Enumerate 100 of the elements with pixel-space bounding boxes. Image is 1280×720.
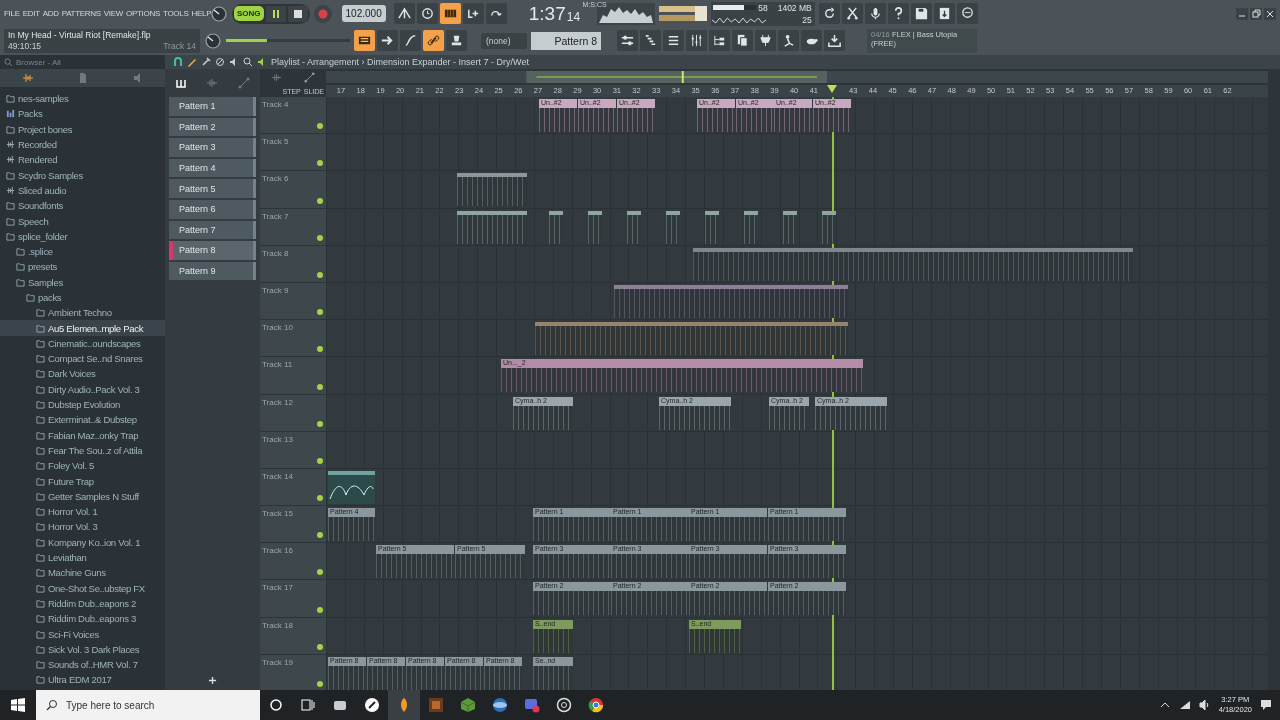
stop-button[interactable]: [287, 5, 308, 22]
pattern-item[interactable]: Pattern 1: [169, 97, 256, 116]
track-header[interactable]: Track 8: [260, 245, 326, 283]
track-mute-led[interactable]: [317, 271, 323, 278]
track-header[interactable]: Track 19: [260, 654, 326, 690]
speaker-icon[interactable]: [1198, 699, 1211, 711]
browser-item[interactable]: Leviathan: [0, 549, 165, 566]
track-header[interactable]: Track 18: [260, 617, 326, 655]
clip[interactable]: [705, 210, 719, 244]
browser-item[interactable]: Sci-Fi Voices: [0, 626, 165, 642]
track-mute-led[interactable]: [317, 346, 323, 353]
browser-item[interactable]: Sick Vol. 3 Dark Places: [0, 641, 165, 657]
track-header[interactable]: Track 15: [260, 506, 326, 544]
browser-item[interactable]: Ambient Techno: [0, 305, 165, 321]
clip[interactable]: [627, 210, 641, 244]
track-mute-led[interactable]: [317, 457, 323, 464]
notification-icon[interactable]: [1260, 699, 1272, 711]
prohibited-icon[interactable]: [215, 57, 225, 67]
playhead-marker-icon[interactable]: [827, 85, 837, 93]
clip[interactable]: [693, 247, 1133, 281]
menu-item[interactable]: HELP: [191, 9, 212, 18]
zoom-icon[interactable]: [243, 57, 253, 67]
track-mute-led[interactable]: [317, 383, 323, 390]
pattern-item[interactable]: Pattern 9: [169, 261, 256, 281]
circle-icon[interactable]: [268, 697, 284, 713]
pattern-item[interactable]: Pattern 7: [169, 220, 256, 240]
browser-item[interactable]: splice_folder: [0, 228, 165, 244]
browser-item[interactable]: Soundfonts: [0, 198, 165, 214]
waveform-icon[interactable]: [21, 72, 34, 84]
menu-item[interactable]: OPTIONS: [126, 9, 160, 18]
browser-item[interactable]: Riddim Dub..eapons 2: [0, 595, 165, 612]
browser-item[interactable]: Sliced audio: [0, 182, 165, 199]
toolbar-button[interactable]: [824, 30, 845, 51]
clip[interactable]: [614, 284, 848, 318]
toolbar-button[interactable]: [778, 30, 799, 51]
toolbar-button[interactable]: [956, 3, 978, 24]
track-header[interactable]: Track 10: [260, 320, 326, 358]
clip[interactable]: [535, 322, 848, 356]
toolbar-button[interactable]: [423, 30, 444, 51]
track-mute-led[interactable]: [317, 420, 323, 427]
browser-item[interactable]: Au5 Elemen..mple Pack: [0, 320, 165, 336]
toolbar-button[interactable]: [354, 30, 375, 51]
tempo-field[interactable]: 102.000: [341, 5, 386, 22]
track-mute-led[interactable]: [317, 643, 323, 650]
browser-item[interactable]: nes-samples: [0, 91, 165, 107]
toolbar-button[interactable]: [864, 3, 886, 24]
toolbar-button[interactable]: [818, 3, 840, 24]
track-header[interactable]: Track 5: [260, 134, 326, 172]
plus-icon[interactable]: [208, 676, 217, 685]
clip[interactable]: [328, 470, 375, 504]
track-mute-led[interactable]: [317, 606, 323, 613]
browser-item[interactable]: Sounds of..HMR Vol. 7: [0, 657, 165, 673]
clip[interactable]: [457, 210, 527, 244]
toolbar-button[interactable]: [663, 30, 684, 51]
track-mute-led[interactable]: [317, 532, 323, 539]
browser-item[interactable]: One-Shot Se..ubstep FX: [0, 580, 165, 596]
toolbar-button[interactable]: [910, 3, 932, 24]
menu-item[interactable]: PATTERNS: [61, 9, 101, 18]
menu-item[interactable]: ADD: [42, 9, 59, 18]
clip[interactable]: [588, 210, 602, 244]
pattern-item[interactable]: Pattern 2: [169, 117, 256, 137]
browser-item[interactable]: Horror Vol. 1: [0, 504, 165, 520]
browser-item[interactable]: Packs: [0, 106, 165, 122]
track-header[interactable]: Track 12: [260, 394, 326, 432]
browser-item[interactable]: presets: [0, 259, 165, 275]
track-mute-led[interactable]: [317, 495, 323, 502]
browser-icon[interactable]: [588, 697, 604, 713]
track-header[interactable]: Track 7: [260, 208, 326, 246]
magnet-icon[interactable]: [173, 57, 183, 67]
track-mute-led[interactable]: [317, 569, 323, 576]
browser-item[interactable]: Compact Se..nd Snares: [0, 351, 165, 367]
toolbar-button[interactable]: [801, 30, 822, 51]
clip[interactable]: [666, 210, 680, 244]
browser-item[interactable]: Future Trap: [0, 473, 165, 489]
browser-item[interactable]: Dirty Audio..Pack Vol. 3: [0, 381, 165, 397]
track-header[interactable]: Track 6: [260, 171, 326, 209]
automation-icon[interactable]: [304, 71, 315, 83]
browser-item[interactable]: Foley Vol. 5: [0, 458, 165, 474]
pattern-item[interactable]: Pattern 8: [169, 241, 256, 260]
menu-item[interactable]: VIEW: [103, 9, 124, 18]
pattern-item[interactable]: Pattern 4: [169, 158, 256, 178]
pattern-item[interactable]: Pattern 5: [169, 179, 256, 198]
pattern-selector[interactable]: Pattern 8: [531, 31, 601, 50]
toolbar-button[interactable]: [841, 3, 863, 24]
toolbar-button[interactable]: [755, 30, 776, 51]
toolbar-button[interactable]: [400, 30, 421, 51]
browser-item[interactable]: packs: [0, 289, 165, 306]
song-mode-button[interactable]: SONG: [234, 6, 264, 21]
toolbar-button[interactable]: [617, 30, 638, 51]
clip[interactable]: [783, 210, 797, 244]
toolbar-button[interactable]: [446, 30, 467, 51]
close-icon[interactable]: [1264, 7, 1276, 20]
toolbar-button[interactable]: [462, 3, 484, 24]
browser-item[interactable]: Horror Vol. 3: [0, 519, 165, 535]
track-header[interactable]: Track 13: [260, 431, 326, 469]
knob-icon[interactable]: [204, 31, 222, 50]
track-header[interactable]: Track 9: [260, 282, 326, 321]
brush-icon[interactable]: [201, 57, 211, 67]
track-header[interactable]: Track 11: [260, 357, 326, 395]
comb-icon[interactable]: [174, 77, 187, 89]
